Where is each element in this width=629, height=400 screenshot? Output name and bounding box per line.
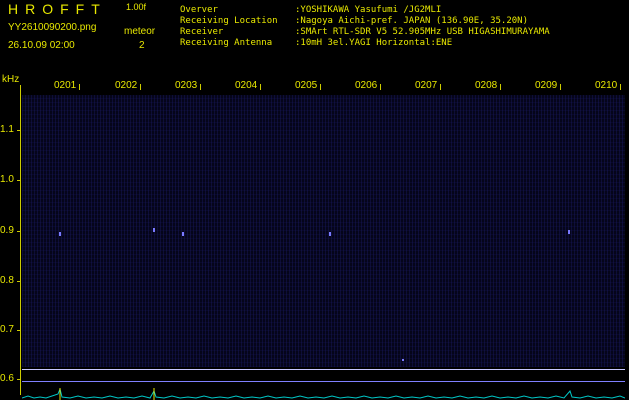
- info-value: :YOSHIKAWA Yasufumi /JG2MLI: [295, 5, 442, 15]
- y-tick-label: 0.6: [0, 373, 14, 384]
- info-value: :Nagoya Aichi-pref. JAPAN (136.90E, 35.2…: [295, 16, 528, 26]
- x-tick-mark: [440, 84, 441, 90]
- y-axis-line: [20, 85, 21, 395]
- meteor-count: 2: [139, 40, 145, 51]
- x-tick-mark: [620, 84, 621, 90]
- marker-line-lower: [22, 381, 625, 382]
- info-label: Receiving Location: [180, 16, 278, 26]
- station-info: Overver :YOSHIKAWA Yasufumi /JG2MLI Rece…: [180, 5, 550, 49]
- x-tick-label: 0208: [475, 80, 498, 91]
- x-tick-mark: [79, 84, 80, 90]
- capture-datetime: 26.10.09 02:00: [8, 40, 75, 51]
- hrofft-window: HROFFT 1.00f YY2610090200.png meteor 2 2…: [0, 0, 629, 400]
- y-tick-mark: [17, 231, 21, 232]
- app-logo: HROFFT: [8, 1, 107, 17]
- y-tick-label: 0.9: [0, 225, 14, 236]
- meteor-echo: [329, 232, 331, 236]
- info-row-antenna: Receiving Antenna :10mH 3el.YAGI Horizon…: [180, 38, 550, 49]
- info-row-location: Receiving Location :Nagoya Aichi-pref. J…: [180, 16, 550, 27]
- x-tick-mark: [380, 84, 381, 90]
- signal-waveform: [22, 388, 625, 400]
- info-value: :10mH 3el.YAGI Horizontal:ENE: [295, 38, 453, 48]
- meteor-echo: [568, 230, 570, 234]
- y-tick-mark: [17, 379, 21, 380]
- image-filename: YY2610090200.png: [8, 22, 97, 33]
- marker-line-upper: [22, 369, 625, 370]
- info-row-observer: Overver :YOSHIKAWA Yasufumi /JG2MLI: [180, 5, 550, 16]
- info-value: :SMArt RTL-SDR V5 52.905MHz USB HIGASHIM…: [295, 27, 550, 37]
- y-tick-mark: [17, 330, 21, 331]
- x-tick-mark: [320, 84, 321, 90]
- y-tick-mark: [17, 281, 21, 282]
- y-tick-mark: [17, 180, 21, 181]
- y-tick-label: 1.0: [0, 174, 14, 185]
- y-axis-unit: kHz: [2, 74, 20, 85]
- x-tick-label: 0207: [415, 80, 438, 91]
- meteor-echo: [402, 359, 404, 361]
- meteor-echo: [182, 232, 184, 236]
- x-tick-label: 0202: [115, 80, 138, 91]
- y-tick-label: 0.7: [0, 324, 14, 335]
- info-label: Receiving Antenna: [180, 38, 273, 48]
- waveform-trace: [22, 388, 625, 399]
- x-tick-mark: [500, 84, 501, 90]
- x-tick-label: 0201: [54, 80, 77, 91]
- x-tick-label: 0209: [535, 80, 558, 91]
- x-tick-mark: [560, 84, 561, 90]
- info-row-receiver: Receiver :SMArt RTL-SDR V5 52.905MHz USB…: [180, 27, 550, 38]
- x-tick-label: 0210: [595, 80, 618, 91]
- x-tick-label: 0205: [295, 80, 318, 91]
- meteor-label: meteor: [124, 26, 156, 37]
- y-tick-mark: [17, 130, 21, 131]
- x-tick-label: 0206: [355, 80, 378, 91]
- meteor-echo: [153, 228, 155, 232]
- y-tick-label: 0.8: [0, 275, 14, 286]
- x-tick-label: 0203: [175, 80, 198, 91]
- app-version: 1.00f: [126, 2, 147, 12]
- x-tick-label: 0204: [235, 80, 258, 91]
- x-tick-mark: [260, 84, 261, 90]
- info-label: Receiver: [180, 27, 224, 37]
- x-tick-mark: [140, 84, 141, 90]
- spectrogram-plot[interactable]: [22, 95, 625, 367]
- x-tick-mark: [200, 84, 201, 90]
- info-label: Overver: [180, 5, 218, 15]
- y-tick-label: 1.1: [0, 124, 14, 135]
- meteor-echo: [59, 232, 61, 236]
